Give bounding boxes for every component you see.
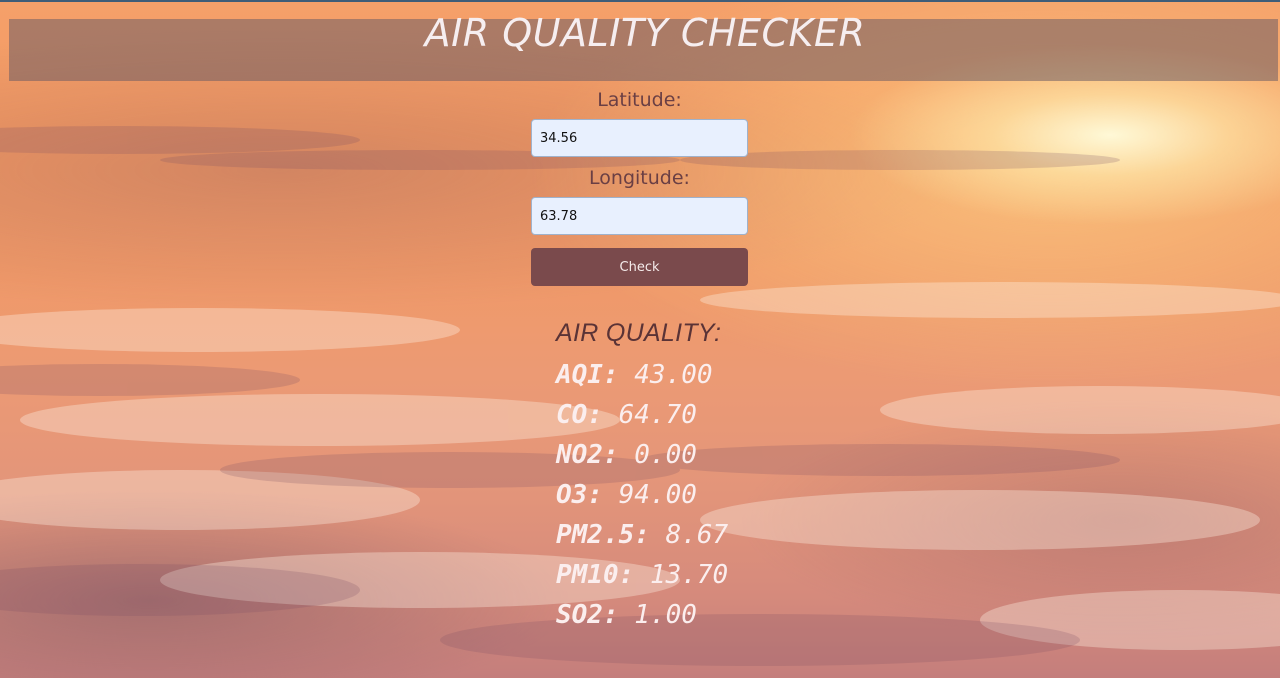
pollutant-value: 13.70: [649, 560, 729, 590]
pollutant-name: CO:: [556, 400, 603, 430]
latitude-label: Latitude:: [597, 89, 682, 111]
pollutant-name: AQI:: [556, 360, 619, 390]
pollutant-value: 64.70: [618, 400, 697, 430]
pollutant-row-pm25: PM2.5: 8.67: [556, 520, 728, 550]
pollutant-value: 94.00: [618, 480, 697, 510]
page-title: AIR QUALITY CHECKER: [424, 11, 866, 55]
latitude-input[interactable]: [531, 119, 748, 157]
pollutant-name: SO2:: [556, 600, 619, 630]
pollutant-row-co: CO: 64.70: [556, 400, 697, 430]
pollutant-name: O3:: [556, 480, 603, 510]
pollutant-row-aqi: AQI: 43.00: [556, 360, 713, 390]
longitude-label: Longitude:: [589, 167, 690, 189]
pollutant-row-so2: SO2: 1.00: [556, 600, 697, 630]
pollutant-row-o3: O3: 94.00: [556, 480, 697, 510]
pollutant-row-no2: NO2: 0.00: [556, 440, 697, 470]
check-button[interactable]: Check: [531, 248, 748, 286]
pollutant-value: 1.00: [634, 600, 697, 630]
pollutant-name: PM2.5:: [556, 520, 650, 550]
pollutant-row-pm10: PM10: 13.70: [556, 560, 728, 590]
pollutant-value: 8.67: [665, 520, 729, 550]
pollutant-value: 0.00: [634, 440, 697, 470]
pollutant-value: 43.00: [634, 360, 713, 390]
pollutant-name: PM10:: [556, 560, 635, 590]
longitude-input[interactable]: [531, 197, 748, 235]
pollutant-name: NO2:: [556, 440, 619, 470]
air-quality-heading: AIR QUALITY:: [556, 319, 722, 347]
